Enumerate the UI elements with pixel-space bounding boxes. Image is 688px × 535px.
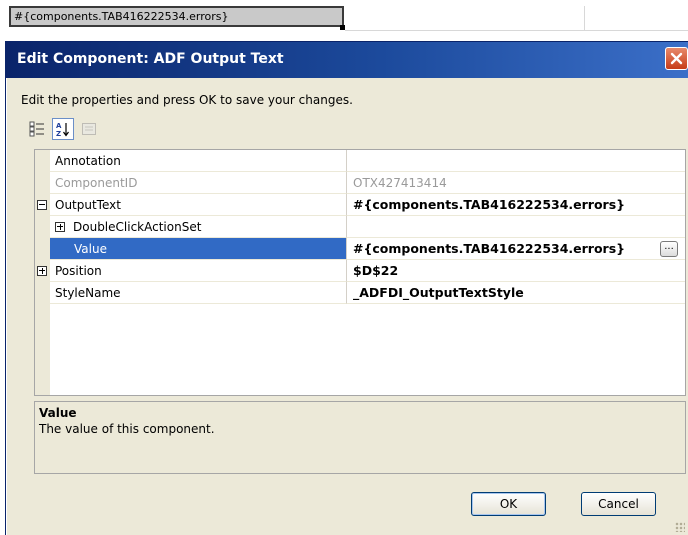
expand-icon[interactable] [55, 222, 65, 232]
property-toolbar: A Z [26, 118, 100, 140]
property-value[interactable] [347, 216, 685, 238]
property-name: OutputText [50, 194, 347, 216]
dialog-titlebar[interactable]: Edit Component: ADF Output Text [6, 42, 688, 78]
property-value[interactable] [347, 150, 685, 172]
property-name: Value [50, 238, 347, 260]
property-grid[interactable]: Annotation ComponentID OTX427413414 Outp… [34, 149, 686, 396]
property-pages-icon [82, 123, 96, 135]
property-name: Annotation [50, 150, 347, 172]
property-row-stylename[interactable]: StyleName _ADFDI_OutputTextStyle [35, 282, 685, 304]
property-value[interactable]: $D$22 [347, 260, 685, 282]
expand-icon[interactable] [37, 266, 47, 276]
cancel-button[interactable]: Cancel [581, 492, 656, 516]
categorized-icon [29, 121, 44, 137]
resize-grip[interactable] [675, 522, 685, 532]
categorized-button[interactable] [26, 118, 48, 140]
svg-text:Z: Z [56, 130, 61, 137]
property-name: StyleName [50, 282, 347, 304]
property-row-position[interactable]: Position $D$22 [35, 260, 685, 282]
property-pages-button[interactable] [78, 118, 100, 140]
property-value[interactable]: _ADFDI_OutputTextStyle [347, 282, 685, 304]
property-row-outputtext[interactable]: OutputText #{components.TAB416222534.err… [35, 194, 685, 216]
edit-component-dialog: Edit Component: ADF Output Text Edit the… [5, 41, 688, 535]
ellipsis-button[interactable]: ... [660, 241, 678, 257]
property-name: Position [50, 260, 347, 282]
collapse-icon[interactable] [37, 200, 47, 210]
property-row-annotation[interactable]: Annotation [35, 150, 685, 172]
instructions-text: Edit the properties and press OK to save… [21, 93, 353, 107]
description-title: Value [39, 406, 77, 420]
svg-text:A: A [56, 122, 62, 130]
property-value[interactable]: #{components.TAB416222534.errors} [347, 238, 685, 260]
description-text: The value of this component. [39, 422, 215, 436]
spreadsheet-background: #{components.TAB416222534.errors} [0, 0, 688, 38]
close-button[interactable] [665, 47, 688, 70]
property-value[interactable]: #{components.TAB416222534.errors} [347, 194, 685, 216]
property-row-value[interactable]: Value #{components.TAB416222534.errors} … [35, 238, 685, 260]
sort-alphabetical-icon: A Z [56, 122, 69, 137]
property-name: DoubleClickActionSet [50, 216, 347, 238]
property-name: ComponentID [50, 172, 347, 194]
property-row-componentid[interactable]: ComponentID OTX427413414 [35, 172, 685, 194]
grid-line [345, 30, 688, 31]
dialog-title: Edit Component: ADF Output Text [17, 51, 284, 67]
description-panel: Value The value of this component. [34, 401, 686, 474]
property-row-doubleclickactionset[interactable]: DoubleClickActionSet [35, 216, 685, 238]
sort-alphabetical-button[interactable]: A Z [52, 118, 74, 140]
close-icon [670, 52, 683, 65]
grid-line [584, 6, 585, 31]
active-cell[interactable]: #{components.TAB416222534.errors} [9, 6, 344, 27]
property-value: OTX427413414 [347, 172, 685, 194]
ok-button[interactable]: OK [471, 492, 546, 516]
